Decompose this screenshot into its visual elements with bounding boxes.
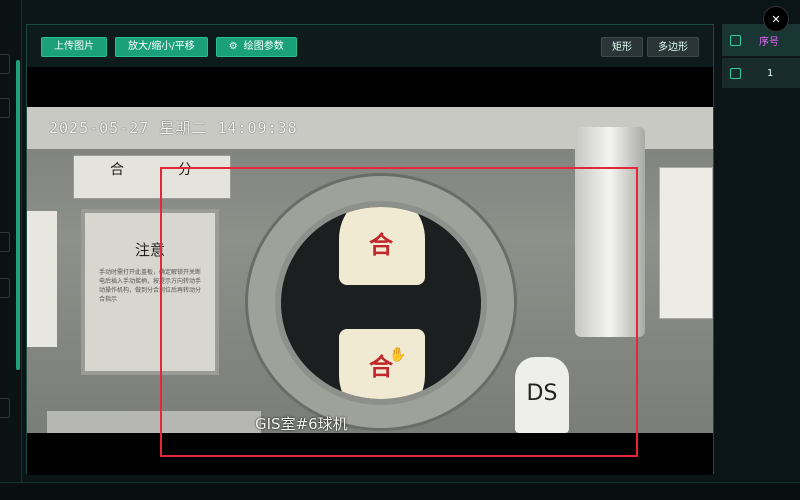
row-index: 1 xyxy=(767,67,774,79)
zoom-pan-button[interactable]: 放大/缩小/平移 xyxy=(115,37,208,57)
close-plate-text: 合 xyxy=(110,162,124,178)
footer-bar xyxy=(0,482,800,500)
index-column-header: 序号 xyxy=(759,36,779,48)
left-field-box[interactable] xyxy=(0,398,10,418)
left-sidebar-strip xyxy=(0,0,22,500)
camera-image: 2025-05-27 星期二 14:09:38 合 分 注意 手动时需打开此盖板… xyxy=(27,107,713,457)
left-field-box[interactable] xyxy=(0,278,10,298)
hand-cursor-icon: ✋ xyxy=(389,347,407,363)
gear-icon: ⚙ xyxy=(228,41,238,52)
row-checkbox[interactable] xyxy=(730,67,741,79)
roi-rectangle[interactable] xyxy=(160,167,638,457)
shape-tools: 矩形 多边形 xyxy=(601,37,699,57)
left-field-box[interactable] xyxy=(0,54,10,74)
left-field-box[interactable] xyxy=(0,98,10,118)
left-nameplate xyxy=(27,211,57,347)
roi-list-panel: 序号 1 xyxy=(722,24,800,500)
roi-list-row[interactable]: 1 xyxy=(722,58,800,88)
draw-params-label: 绘图参数 xyxy=(243,41,284,52)
polygon-tool-button[interactable]: 多边形 xyxy=(647,37,699,57)
right-nameplate xyxy=(659,167,713,319)
draw-params-button[interactable]: ⚙ 绘图参数 xyxy=(215,37,297,57)
close-icon[interactable]: ✕ xyxy=(763,6,789,32)
image-canvas[interactable]: 2025-05-27 星期二 14:09:38 合 分 注意 手动时需打开此盖板… xyxy=(27,67,713,475)
upload-image-button[interactable]: 上传图片 xyxy=(41,37,107,57)
scrollbar[interactable] xyxy=(16,60,20,370)
left-field-box[interactable] xyxy=(0,232,10,252)
timestamp-overlay: 2025-05-27 星期二 14:09:38 xyxy=(49,119,298,137)
toolbar: 上传图片 放大/缩小/平移 ⚙ 绘图参数 xyxy=(41,37,297,57)
rect-tool-button[interactable]: 矩形 xyxy=(601,37,643,57)
select-all-checkbox[interactable] xyxy=(730,34,741,46)
roi-list-header: 序号 xyxy=(722,24,800,56)
image-annotation-panel: 上传图片 放大/缩小/平移 ⚙ 绘图参数 矩形 多边形 2025-05-27 星… xyxy=(26,24,714,475)
